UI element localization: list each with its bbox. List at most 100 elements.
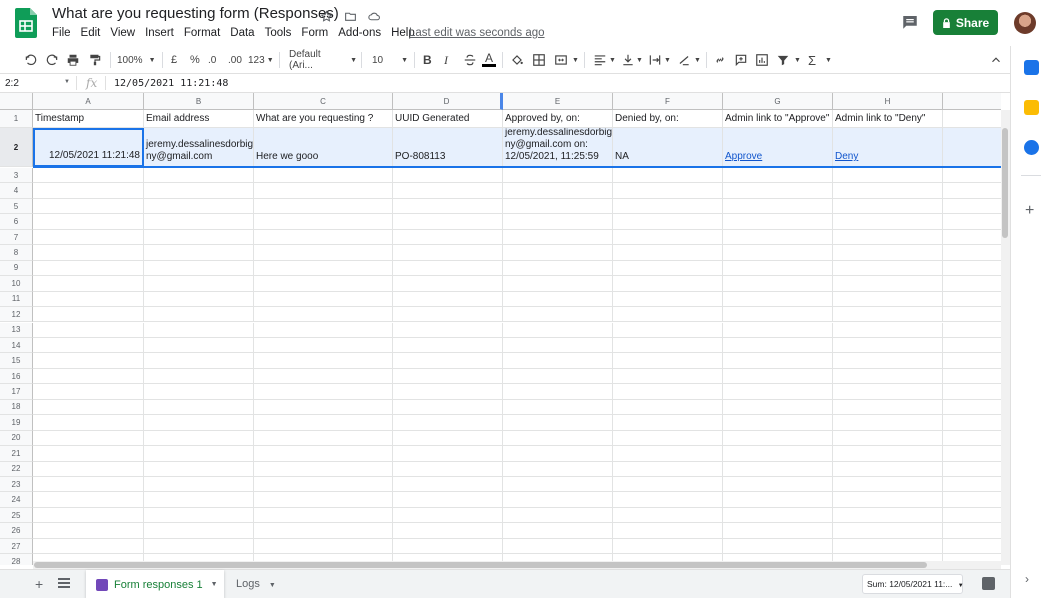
grid-cell[interactable] [943, 261, 1001, 277]
grid-cell[interactable] [144, 276, 254, 292]
grid-cell[interactable] [144, 198, 254, 215]
grid-cell[interactable] [33, 523, 144, 539]
menu-insert[interactable]: Insert [145, 27, 179, 39]
header-cell-timestamp[interactable]: Timestamp [33, 110, 144, 128]
grid-cell[interactable] [503, 415, 613, 431]
grid-cell[interactable] [833, 399, 943, 416]
grid-cell[interactable] [254, 492, 393, 508]
row-header-4[interactable]: 4 [0, 183, 33, 199]
grid-cell[interactable] [254, 523, 393, 539]
row-header-6[interactable]: 6 [0, 214, 33, 230]
header-cell-denied[interactable]: Denied by, on: [613, 110, 723, 128]
grid-cell[interactable] [833, 307, 943, 323]
data-cell-timestamp[interactable]: 12/05/2021 11:21:48 [33, 128, 144, 167]
grid-cell[interactable] [613, 214, 723, 230]
menu-view[interactable]: View [110, 27, 140, 39]
row-header-23[interactable]: 23 [0, 477, 33, 493]
header-cell-i[interactable] [943, 110, 1001, 128]
grid-cell[interactable] [833, 214, 943, 230]
grid-cell[interactable] [723, 446, 833, 462]
grid-cell[interactable] [943, 415, 1001, 431]
grid-cell[interactable] [503, 461, 613, 477]
grid-cell[interactable] [503, 368, 613, 385]
row-header-15[interactable]: 15 [0, 353, 33, 369]
data-cell-denied[interactable]: NA [613, 128, 723, 167]
grid-cell[interactable] [723, 368, 833, 385]
decrease-decimal-button[interactable]: .0 [208, 52, 216, 68]
grid-cell[interactable] [613, 229, 723, 246]
formula-input[interactable]: 12/05/2021 11:21:48 [114, 78, 228, 89]
grid-cell[interactable] [613, 307, 723, 323]
grid-cell[interactable] [254, 337, 393, 354]
grid-cell[interactable] [833, 183, 943, 199]
grid-cell[interactable] [33, 337, 144, 354]
grid-cell[interactable] [393, 399, 503, 416]
font-family-select[interactable]: Default (Ari... ▼ [289, 49, 357, 71]
grid-cell[interactable] [613, 322, 723, 338]
grid-cell[interactable] [393, 538, 503, 555]
grid-cell[interactable] [33, 198, 144, 215]
grid-cell[interactable] [943, 400, 1001, 416]
grid-cell[interactable] [503, 322, 613, 338]
grid-cell[interactable] [254, 353, 393, 369]
grid-cell[interactable] [33, 245, 144, 261]
row-header-24[interactable]: 24 [0, 492, 33, 508]
grid-cell[interactable] [723, 229, 833, 246]
row-header-11[interactable]: 11 [0, 291, 33, 308]
row-header-12[interactable]: 12 [0, 307, 33, 323]
share-button[interactable]: Share [933, 10, 998, 35]
grid-cell[interactable] [723, 461, 833, 477]
menu-format[interactable]: Format [184, 27, 225, 39]
comment-history-icon[interactable] [901, 13, 919, 31]
row-header-21[interactable]: 21 [0, 446, 33, 462]
grid-cell[interactable] [613, 198, 723, 215]
grid-cell[interactable] [144, 245, 254, 261]
grid-cell[interactable] [503, 198, 613, 215]
grid-cell[interactable] [33, 430, 144, 447]
grid-cell[interactable] [393, 384, 503, 400]
grid-cell[interactable] [393, 229, 503, 246]
grid-cell[interactable] [503, 276, 613, 292]
insert-chart-icon[interactable] [755, 52, 769, 68]
bold-button[interactable]: B [423, 52, 432, 68]
approve-link[interactable]: Approve [725, 151, 762, 163]
menu-file[interactable]: File [52, 27, 76, 39]
grid-cell[interactable] [503, 507, 613, 524]
grid-cell[interactable] [393, 322, 503, 338]
row-header-22[interactable]: 22 [0, 461, 33, 477]
grid-cell[interactable] [943, 199, 1001, 215]
grid-cell[interactable] [393, 446, 503, 462]
grid-cell[interactable] [723, 214, 833, 230]
grid-cell[interactable] [254, 198, 393, 215]
grid-cell[interactable] [254, 415, 393, 431]
grid-cell[interactable] [254, 384, 393, 400]
insert-link-icon[interactable] [713, 52, 727, 68]
italic-button[interactable]: I [444, 52, 448, 68]
avatar[interactable] [1014, 12, 1036, 34]
grid-cell[interactable] [943, 431, 1001, 447]
grid-cell[interactable] [613, 291, 723, 308]
row-header-10[interactable]: 10 [0, 276, 33, 292]
grid-cell[interactable] [943, 384, 1001, 400]
merge-cells-icon[interactable] [554, 52, 568, 68]
borders-icon[interactable] [532, 52, 546, 68]
column-header-i[interactable]: I [943, 93, 1001, 110]
percent-format-button[interactable]: % [190, 52, 200, 68]
grid-cell[interactable] [613, 446, 723, 462]
menu-addons[interactable]: Add-ons [338, 27, 386, 39]
grid-cell[interactable] [503, 523, 613, 539]
data-cell-approved[interactable]: jeremy.dessalinesdorbig ny@gmail.com on:… [503, 128, 613, 167]
fill-color-icon[interactable] [510, 52, 524, 68]
document-title[interactable]: What are you requesting form (Responses) [52, 5, 339, 22]
grid-cell[interactable] [393, 461, 503, 477]
tasks-icon[interactable] [1024, 140, 1039, 155]
grid-cell[interactable] [393, 477, 503, 493]
grid-cell[interactable] [833, 198, 943, 215]
grid-cell[interactable] [833, 368, 943, 385]
grid-cell[interactable] [393, 492, 503, 508]
grid-cell[interactable] [254, 245, 393, 261]
grid-cell[interactable] [393, 353, 503, 369]
grid-cell[interactable] [33, 492, 144, 508]
chevron-down-icon[interactable]: ▼ [636, 52, 643, 68]
grid-cell[interactable] [144, 307, 254, 323]
